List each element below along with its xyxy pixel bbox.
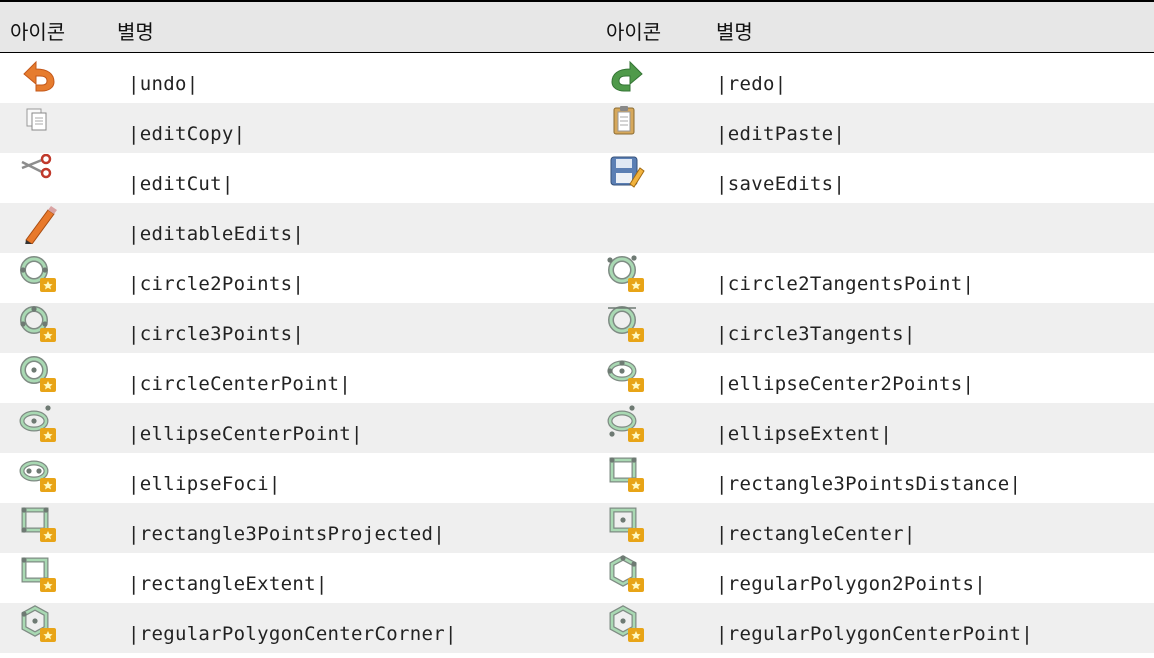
alias-text: |circleCenterPoint| [128, 373, 352, 395]
table-row: |editableEdits| [0, 203, 1154, 253]
table-row: |editCopy| |editPaste| [0, 103, 1154, 153]
table-body: |undo| |redo| |editCopy| |editPaste| |editCu… [0, 53, 1154, 653]
edit-copy-icon [18, 104, 60, 144]
alias-text: |circle3Points| [128, 323, 305, 345]
edit-cut-icon [18, 154, 60, 194]
rectangle-3-points-projected-icon [18, 504, 60, 544]
header-icon-column: 아이콘 [10, 20, 66, 44]
table-row: |rectangle3PointsProjected| |rectangleCen… [0, 503, 1154, 553]
alias-text: |ellipseExtent| [716, 423, 893, 445]
alias-text: |editCut| [128, 173, 234, 195]
header-icon-column-2: 아이콘 [606, 20, 662, 44]
alias-text: |editPaste| [716, 123, 846, 145]
save-edits-icon [606, 154, 648, 194]
alias-text: |rectangle3PointsDistance| [716, 473, 1022, 495]
table-row: |undo| |redo| [0, 53, 1154, 103]
ellipse-center-point-icon [18, 404, 60, 444]
alias-text: |rectangle3PointsProjected| [128, 523, 445, 545]
alias-text: |saveEdits| [716, 173, 846, 195]
edit-paste-icon [606, 104, 648, 144]
table-row: |regularPolygonCenterCorner| |regularPoly… [0, 603, 1154, 653]
alias-text: |circle3Tangents| [716, 323, 916, 345]
alias-text: |regularPolygonCenterCorner| [128, 623, 457, 645]
table-row: |editCut| |saveEdits| [0, 153, 1154, 203]
undo-icon [18, 54, 60, 94]
regular-polygon-center-point-icon [606, 604, 648, 644]
table-row: |ellipseFoci| |rectangle3PointsDistance| [0, 453, 1154, 503]
alias-text: |editCopy| [128, 123, 246, 145]
table-row: |circle3Points| |circle3Tangents| [0, 303, 1154, 353]
header-alias-column: 별명 [117, 20, 154, 44]
alias-text: |redo| [716, 73, 787, 95]
alias-text: |rectangleExtent| [128, 573, 328, 595]
ellipse-center-2-points-icon [606, 354, 648, 394]
ellipse-extent-icon [606, 404, 648, 444]
circle-2-points-icon [18, 254, 60, 294]
alias-text: |ellipseFoci| [128, 473, 281, 495]
ellipse-foci-icon [18, 454, 60, 494]
circle-3-points-icon [18, 304, 60, 344]
regular-polygon-2-points-icon [606, 554, 648, 594]
rectangle-center-icon [606, 504, 648, 544]
editable-edits-icon [18, 204, 60, 244]
rectangle-extent-icon [18, 554, 60, 594]
alias-text: |circle2TangentsPoint| [716, 273, 975, 295]
table-header: 아이콘 별명 아이콘 별명 [0, 2, 1154, 53]
alias-text: |undo| [128, 73, 199, 95]
rectangle-3-points-distance-icon [606, 454, 648, 494]
alias-text: |regularPolygonCenterPoint| [716, 623, 1033, 645]
alias-text: |ellipseCenter2Points| [716, 373, 975, 395]
circle-2-tangents-point-icon [606, 254, 648, 294]
alias-text: |rectangleCenter| [716, 523, 916, 545]
circle-3-tangents-icon [606, 304, 648, 344]
empty-icon-cell [606, 204, 648, 244]
regular-polygon-center-corner-icon [18, 604, 60, 644]
alias-text: |regularPolygon2Points| [716, 573, 986, 595]
alias-text: |ellipseCenterPoint| [128, 423, 363, 445]
table-row: |circle2Points| |circle2TangentsPoint| [0, 253, 1154, 303]
alias-text: |editableEdits| [128, 223, 305, 245]
redo-icon [606, 54, 648, 94]
header-alias-column-2: 별명 [716, 20, 753, 44]
icon-alias-table: 아이콘 별명 아이콘 별명 |undo| |redo| |editCopy| |edi… [0, 0, 1154, 653]
alias-text: |circle2Points| [128, 273, 305, 295]
table-row: |ellipseCenterPoint| |ellipseExtent| [0, 403, 1154, 453]
table-row: |circleCenterPoint| |ellipseCenter2Points… [0, 353, 1154, 403]
circle-center-point-icon [18, 354, 60, 394]
table-row: |rectangleExtent| |regularPolygon2Points| [0, 553, 1154, 603]
